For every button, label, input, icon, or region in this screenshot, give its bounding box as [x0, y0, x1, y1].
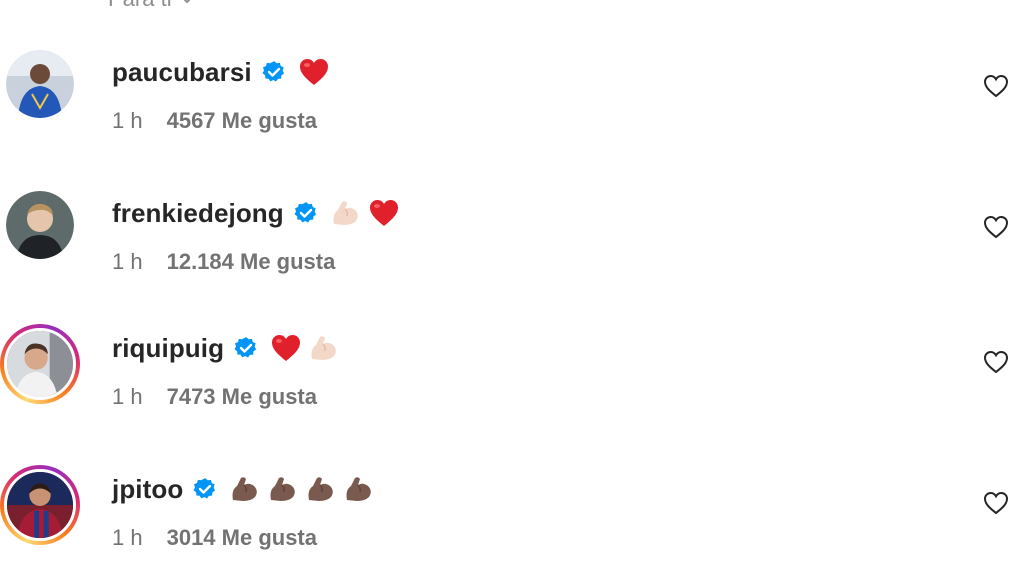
- like-count[interactable]: 4567 Me gusta: [167, 108, 317, 134]
- flexed-biceps-dark-emoji: [343, 474, 375, 504]
- emoji-group: [270, 333, 340, 363]
- sort-label: Para ti: [108, 0, 172, 12]
- heart-outline-icon[interactable]: [982, 72, 1010, 100]
- comment-timestamp: 1 h: [112, 249, 143, 274]
- red-heart-emoji: [298, 57, 330, 87]
- flexed-biceps-light-emoji: [330, 198, 362, 228]
- emoji-group: [330, 198, 400, 228]
- username[interactable]: paucubarsi: [112, 57, 252, 88]
- chevron-down-icon: [178, 0, 196, 5]
- emoji-group: [298, 57, 330, 87]
- like-count[interactable]: 12.184 Me gusta: [167, 249, 336, 275]
- flexed-biceps-dark-emoji: [229, 474, 261, 504]
- like-count[interactable]: 3014 Me gusta: [167, 525, 317, 551]
- username[interactable]: frenkiedejong: [112, 198, 284, 229]
- sort-dropdown[interactable]: Para ti: [108, 0, 196, 12]
- avatar[interactable]: [6, 50, 74, 118]
- avatar-story-ring[interactable]: [0, 324, 80, 404]
- red-heart-emoji: [270, 333, 302, 363]
- comment-item: paucubarsi 1 h 4567 Me gusta: [0, 50, 1024, 160]
- comment-timestamp: 1 h: [112, 525, 143, 550]
- emoji-group: [229, 474, 375, 504]
- like-count[interactable]: 7473 Me gusta: [167, 384, 317, 410]
- comment-timestamp: 1 h: [112, 384, 143, 409]
- flexed-biceps-light-emoji: [308, 333, 340, 363]
- verified-badge-icon: [234, 336, 258, 360]
- comment-item: riquipuig 1 h 7473 Me gusta: [0, 324, 1024, 436]
- verified-badge-icon: [294, 201, 318, 225]
- flexed-biceps-dark-emoji: [305, 474, 337, 504]
- heart-outline-icon[interactable]: [982, 489, 1010, 517]
- comment-item: frenkiedejong 1 h 12.184 Me gusta: [0, 191, 1024, 301]
- username[interactable]: riquipuig: [112, 333, 224, 364]
- comment-item: jpitoo 1 h 3014 Me gusta: [0, 465, 1024, 576]
- avatar[interactable]: [6, 191, 74, 259]
- comment-timestamp: 1 h: [112, 108, 143, 133]
- comments-panel: Para ti paucubarsi: [0, 0, 1024, 576]
- username[interactable]: jpitoo: [112, 474, 183, 505]
- avatar-story-ring[interactable]: [0, 465, 80, 545]
- red-heart-emoji: [368, 198, 400, 228]
- verified-badge-icon: [262, 60, 286, 84]
- flexed-biceps-dark-emoji: [267, 474, 299, 504]
- heart-outline-icon[interactable]: [982, 348, 1010, 376]
- verified-badge-icon: [193, 477, 217, 501]
- heart-outline-icon[interactable]: [982, 213, 1010, 241]
